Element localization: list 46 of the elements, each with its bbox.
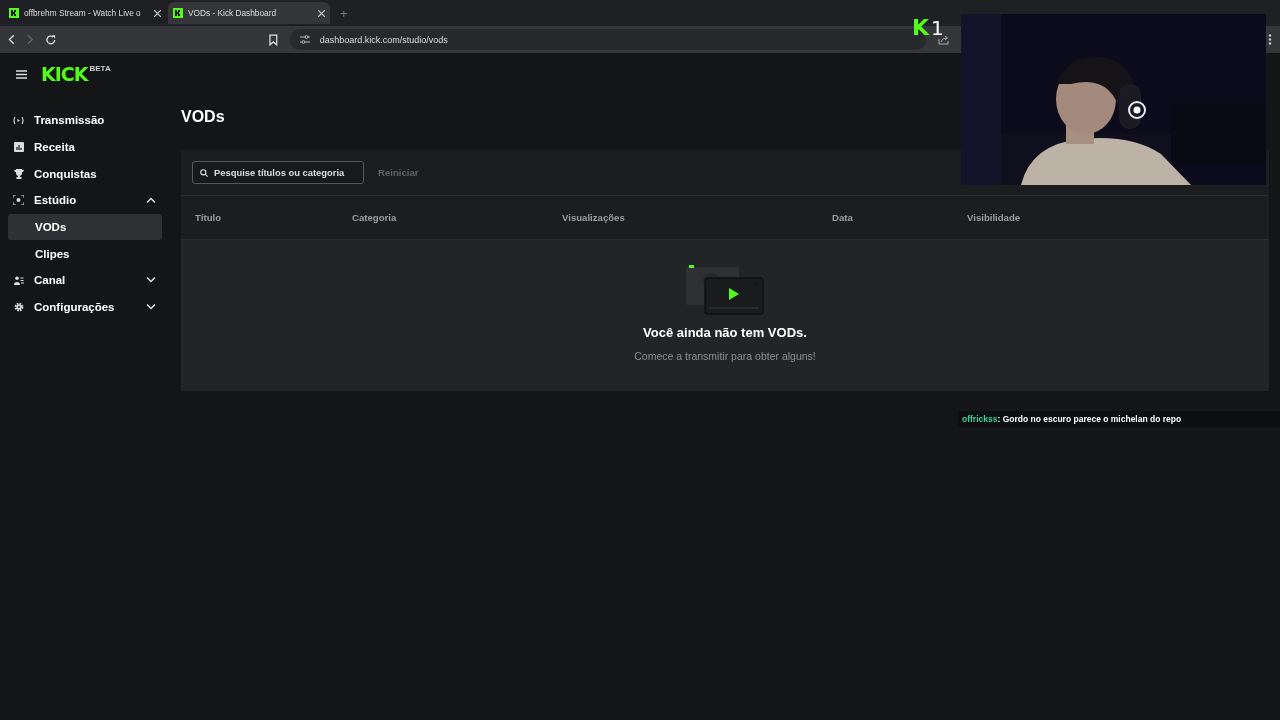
- chevron-icon[interactable]: [146, 277, 156, 284]
- browser-tab[interactable]: VODs - Kick Dashboard: [168, 2, 330, 24]
- page-title: VODs: [181, 108, 226, 126]
- search-field[interactable]: Pesquise títulos ou categoria: [192, 161, 364, 184]
- kick-favicon-icon: [9, 8, 19, 18]
- menu-icon[interactable]: [1268, 34, 1272, 45]
- chevron-icon[interactable]: [146, 197, 156, 204]
- column-header: Data: [832, 212, 854, 223]
- sidebar-item[interactable]: Conquistas: [8, 160, 162, 188]
- chat-message: offrickss: Gordo no escuro parece o michelan do repo: [958, 411, 1280, 427]
- broadcast-icon: [13, 115, 24, 125]
- column-header: Visibilidade: [967, 212, 1022, 223]
- kick-logo[interactable]: KICK: [41, 64, 88, 84]
- site-settings-icon[interactable]: [299, 35, 310, 44]
- empty-state-text: Comece a transmitir para obter alguns!: [634, 350, 816, 362]
- users-icon: [13, 275, 24, 285]
- chevron-icon[interactable]: [146, 304, 156, 311]
- sidebar-subitem[interactable]: VODs: [8, 213, 162, 241]
- beta-label: BETA: [89, 65, 111, 73]
- kick-favicon-icon: [173, 8, 183, 18]
- chart-icon: [13, 142, 24, 153]
- sidebar-item[interactable]: Canal: [8, 267, 162, 294]
- close-icon[interactable]: [154, 9, 161, 17]
- bookmark-icon[interactable]: [269, 33, 278, 46]
- column-header: Título: [195, 212, 223, 223]
- search-icon: [200, 169, 208, 177]
- settings-icon: [13, 302, 24, 313]
- new-tab-button[interactable]: +: [340, 5, 348, 21]
- menu-icon[interactable]: [16, 69, 27, 79]
- browser-tab[interactable]: offbrehm Stream - Watch Live o: [4, 2, 166, 24]
- sidebar-item[interactable]: Estúdio: [8, 187, 162, 214]
- sidebar-subitem[interactable]: Clipes: [8, 240, 162, 268]
- sidebar-item[interactable]: Configurações: [8, 293, 162, 321]
- share-icon[interactable]: [938, 34, 950, 45]
- camera-frame-icon: [13, 195, 24, 206]
- sidebar-item[interactable]: Receita: [8, 133, 162, 161]
- close-icon[interactable]: [318, 9, 325, 17]
- reload-icon[interactable]: [45, 33, 58, 46]
- trophy-icon: [13, 168, 24, 179]
- column-header: Categoria: [352, 212, 398, 223]
- sidebar-item[interactable]: Transmissão: [8, 107, 162, 134]
- url-text: dashboard.kick.com/studio/vods: [319, 34, 448, 45]
- empty-state-title: Você ainda não tem VODs.: [643, 325, 807, 340]
- column-header: Visualizações: [562, 212, 626, 223]
- back-icon[interactable]: [8, 34, 15, 45]
- viewer-count: 1: [931, 17, 944, 39]
